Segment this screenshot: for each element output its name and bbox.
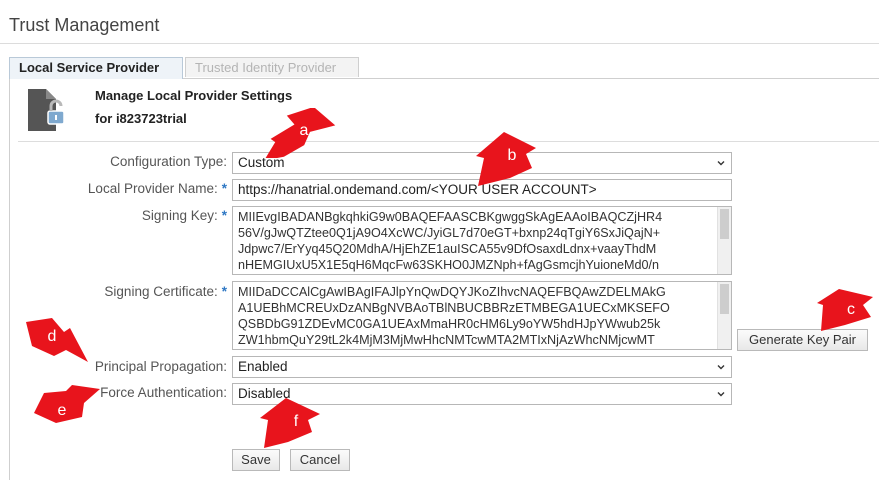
force-authentication-label-text: Force Authentication: (100, 385, 227, 400)
title-divider (0, 43, 879, 44)
signing-key-line: Jdpwc7/ErYyq45Q20MdhA/HjEhZE1auISCA55v9D… (238, 242, 657, 256)
signing-key-line: 56V/gJwQTZtee0Q1jA9O4XcWC/JyiGL7d70eGT+b… (238, 226, 661, 240)
annotation-label-a: a (300, 122, 309, 139)
annotation-label-e: e (58, 402, 67, 419)
signing-key-textarea[interactable]: MIIEvgIBADANBgkqhkiG9w0BAQEFAASCBKgwggSk… (232, 206, 732, 275)
principal-propagation-label-text: Principal Propagation: (94, 359, 227, 374)
chevron-down-icon (717, 365, 725, 370)
annotation-label-c: c (847, 301, 855, 318)
principal-propagation-label: Principal Propagation: (95, 359, 227, 374)
required-marker: * (221, 208, 227, 223)
annotation-arrow-c: c (817, 289, 873, 331)
configuration-type-label: Configuration Type: (110, 154, 227, 169)
chevron-down-icon (717, 392, 725, 397)
tab-trusted-identity-provider[interactable]: Trusted Identity Provider (185, 57, 359, 77)
chevron-down-icon (717, 161, 725, 166)
local-provider-name-label: Local Provider Name: * (88, 181, 227, 196)
page-title: Trust Management (9, 15, 160, 35)
signing-certificate-line: A1UEBhMCREUxDzANBgNVBAoTBlNBUCBBRzETMBEG… (238, 301, 670, 315)
signing-key-label: Signing Key: * (142, 208, 227, 223)
header-divider (18, 141, 879, 142)
tab-content-frame (9, 79, 879, 480)
tab-bar: Local Service Provider Trusted Identity … (9, 57, 879, 79)
signing-certificate-line: ZW1hbmQuY29tL2k4MjM3MjMwHhcNMTcwMTA2MTIx… (238, 333, 655, 347)
local-provider-name-value: https://hanatrial.ondemand.com/<YOUR USE… (238, 182, 597, 197)
header-title: Manage Local Provider Settings (95, 88, 293, 103)
signing-certificate-textarea[interactable]: MIIDaDCCAlCgAwIBAgIFAJlpYnQwDQYJKoZIhvcN… (232, 281, 732, 350)
principal-propagation-select[interactable]: Enabled (232, 356, 732, 378)
signing-key-line: nHEMGIUxU5X1E5qH6MqcFw63SKHO0JMZNph+fAgG… (238, 258, 660, 272)
annotation-arrow-b: b (476, 132, 536, 186)
signing-certificate-label: Signing Certificate: * (104, 284, 227, 299)
header-subtitle: for i823723trial (95, 111, 187, 126)
locked-document-icon (28, 89, 65, 131)
annotation-arrow-f: f (260, 398, 320, 448)
signing-key-label-text: Signing Key: (141, 208, 218, 223)
signing-key-scrollbar[interactable] (717, 207, 731, 274)
annotation-arrow-a: a (264, 108, 336, 158)
annotation-label-f: f (294, 413, 299, 430)
signing-certificate-label-text: Signing Certificate: (104, 284, 218, 299)
save-button[interactable]: Save (232, 449, 280, 471)
signing-certificate-line: MIIDaDCCAlCgAwIBAgIFAJlpYnQwDQYJKoZIhvcN… (238, 285, 666, 299)
scrollbar-thumb[interactable] (720, 284, 729, 314)
configuration-type-label-text: Configuration Type: (110, 154, 227, 169)
cancel-button[interactable]: Cancel (290, 449, 350, 471)
local-provider-name-label-text: Local Provider Name: (87, 181, 218, 196)
trust-management-page: Trust Management Local Service Provider … (0, 0, 879, 480)
tab-local-service-provider[interactable]: Local Service Provider (9, 57, 183, 79)
annotation-label-d: d (48, 328, 57, 345)
annotation-label-b: b (508, 147, 517, 164)
signing-certificate-scrollbar[interactable] (717, 282, 731, 349)
required-marker: * (221, 181, 227, 196)
signing-key-line: MIIEvgIBADANBgkqhkiG9w0BAQEFAASCBKgwggSk… (238, 210, 663, 224)
principal-propagation-value: Enabled (238, 359, 288, 374)
annotation-arrow-d: d (26, 318, 88, 362)
scrollbar-thumb[interactable] (720, 209, 729, 239)
force-authentication-label: Force Authentication: (100, 385, 227, 400)
annotation-arrow-e: e (34, 385, 100, 423)
signing-certificate-line: QSBDbG91ZDEvMC0GA1UEAxMmaHR0cHM6Ly9oYW5h… (238, 317, 661, 331)
required-marker: * (221, 284, 227, 299)
